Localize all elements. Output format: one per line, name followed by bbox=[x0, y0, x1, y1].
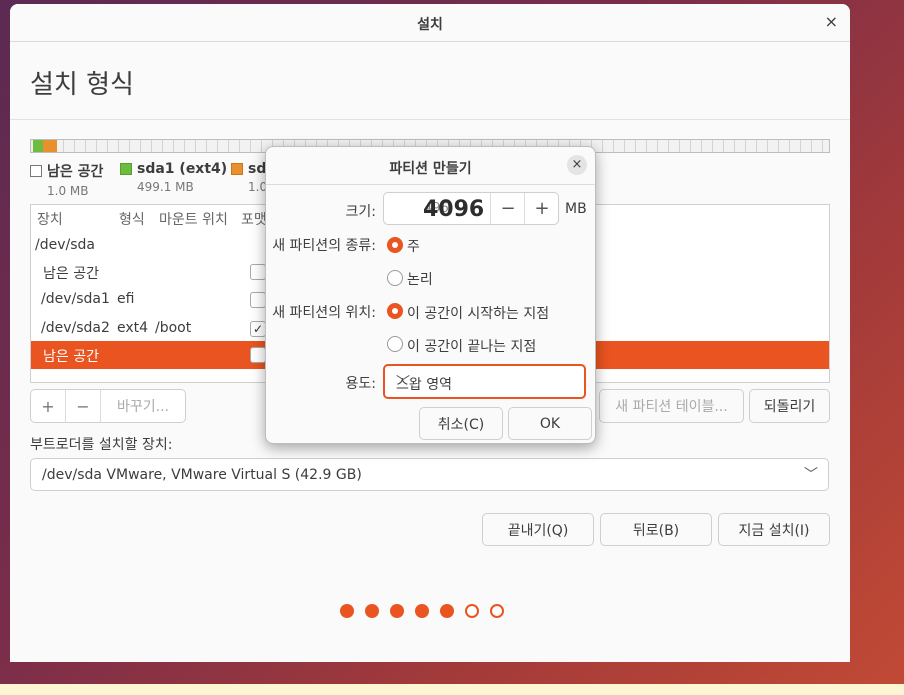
cancel-button[interactable]: 취소(C) bbox=[419, 407, 503, 440]
chevron-down-icon: ﹀ bbox=[396, 375, 410, 391]
bootloader-value: /dev/sda VMware, VMware Virtual S (42.9 … bbox=[42, 467, 362, 483]
format-checkbox[interactable] bbox=[250, 264, 266, 280]
bootloader-device-select[interactable]: /dev/sda VMware, VMware Virtual S (42.9 … bbox=[30, 458, 829, 491]
location-start-label[interactable]: 이 공간이 시작하는 지점 bbox=[407, 303, 549, 323]
size-value: 4096 bbox=[423, 197, 485, 222]
progress-dot bbox=[340, 604, 354, 618]
location-start-radio[interactable] bbox=[387, 303, 403, 319]
progress-dot bbox=[390, 604, 404, 618]
format-checkbox[interactable] bbox=[250, 347, 266, 363]
col-device[interactable]: 장치 bbox=[37, 209, 63, 229]
progress-dot bbox=[365, 604, 379, 618]
back-button[interactable]: 뒤로(B) bbox=[600, 513, 712, 546]
legend-label: 남은 공간 bbox=[47, 164, 104, 180]
divider bbox=[10, 119, 850, 120]
legend-swatch bbox=[231, 163, 243, 175]
create-partition-dialog: 파티션 만들기 × 크기: 496 4096 − + MB 새 파티션의 종류:… bbox=[265, 146, 596, 444]
use-as-label: 용도: bbox=[345, 376, 376, 392]
dialog-divider bbox=[266, 184, 595, 185]
type-logical-label[interactable]: 논리 bbox=[407, 269, 433, 289]
row-mount: /boot bbox=[155, 320, 192, 336]
row-device: 남은 공간 bbox=[43, 266, 99, 282]
use-as-select[interactable]: 스왑 영역 ﹀ bbox=[383, 364, 586, 399]
row-type: ext4 bbox=[117, 320, 149, 336]
partition-bar-sda1 bbox=[33, 140, 43, 152]
quit-button[interactable]: 끝내기(Q) bbox=[482, 513, 594, 546]
progress-dot bbox=[415, 604, 429, 618]
legend-item-sda2: sd 1.0 bbox=[231, 161, 267, 194]
location-end-radio[interactable] bbox=[387, 336, 403, 352]
location-end-label[interactable]: 이 공간이 끝나는 지점 bbox=[407, 336, 536, 356]
change-partition-button[interactable]: 바꾸기... bbox=[101, 390, 185, 422]
legend-swatch bbox=[30, 165, 42, 177]
type-label: 새 파티션의 종류: bbox=[272, 238, 376, 254]
legend-label: sda1 (ext4) bbox=[137, 161, 228, 177]
col-mount[interactable]: 마운트 위치 bbox=[159, 209, 228, 229]
install-now-button[interactable]: 지금 설치(I) bbox=[718, 513, 830, 546]
type-primary-radio[interactable] bbox=[387, 237, 403, 253]
progress-dot bbox=[465, 604, 479, 618]
row-device: 남은 공간 bbox=[43, 349, 99, 365]
progress-dots bbox=[340, 604, 504, 618]
chevron-down-icon: ﹀ bbox=[804, 467, 818, 483]
increment-button[interactable]: + bbox=[524, 193, 559, 224]
size-spinbox[interactable]: 496 4096 − + bbox=[383, 192, 559, 225]
row-device: /dev/sda bbox=[35, 237, 95, 253]
legend-item-sda1: sda1 (ext4) 499.1 MB bbox=[120, 161, 227, 194]
partition-tools: + − 바꾸기... bbox=[30, 389, 186, 423]
desktop-bottom-strip bbox=[0, 684, 904, 695]
row-type: efi bbox=[117, 291, 135, 307]
new-partition-table-button[interactable]: 새 파티션 테이블... bbox=[599, 389, 744, 423]
legend-size: 1.0 MB bbox=[47, 184, 89, 198]
format-checkbox[interactable]: ✓ bbox=[250, 321, 266, 337]
revert-button[interactable]: 되돌리기 bbox=[749, 389, 830, 423]
add-partition-button[interactable]: + bbox=[31, 390, 66, 422]
col-type[interactable]: 형식 bbox=[119, 209, 145, 229]
legend-size: 499.1 MB bbox=[137, 180, 194, 194]
type-primary-label[interactable]: 주 bbox=[407, 236, 420, 256]
dialog-title: 파티션 만들기 bbox=[389, 161, 472, 177]
size-input[interactable]: 496 4096 bbox=[384, 193, 484, 224]
size-unit: MB bbox=[565, 201, 587, 217]
titlebar: 설치 × bbox=[10, 4, 850, 42]
close-icon[interactable]: × bbox=[567, 155, 587, 175]
col-format[interactable]: 포맷 bbox=[241, 209, 267, 229]
close-icon[interactable]: × bbox=[825, 12, 838, 31]
row-device: /dev/sda1 bbox=[41, 291, 110, 307]
type-logical-radio[interactable] bbox=[387, 270, 403, 286]
ok-button[interactable]: OK bbox=[508, 407, 592, 440]
location-label: 새 파티션의 위치: bbox=[272, 305, 376, 321]
remove-partition-button[interactable]: − bbox=[66, 390, 101, 422]
format-checkbox[interactable] bbox=[250, 292, 266, 308]
window-title: 설치 bbox=[417, 17, 443, 33]
size-label: 크기: bbox=[345, 204, 376, 220]
progress-dot bbox=[490, 604, 504, 618]
partition-bar-sda2 bbox=[43, 140, 57, 152]
page-title: 설치 형식 bbox=[30, 70, 134, 100]
decrement-button[interactable]: − bbox=[490, 193, 525, 224]
legend-swatch bbox=[120, 163, 132, 175]
bootloader-label: 부트로더를 설치할 장치: bbox=[30, 437, 173, 453]
progress-dot bbox=[440, 604, 454, 618]
legend-item-free: 남은 공간 1.0 MB bbox=[30, 161, 103, 198]
legend-label: sd bbox=[248, 161, 267, 177]
row-device: /dev/sda2 bbox=[41, 320, 110, 336]
